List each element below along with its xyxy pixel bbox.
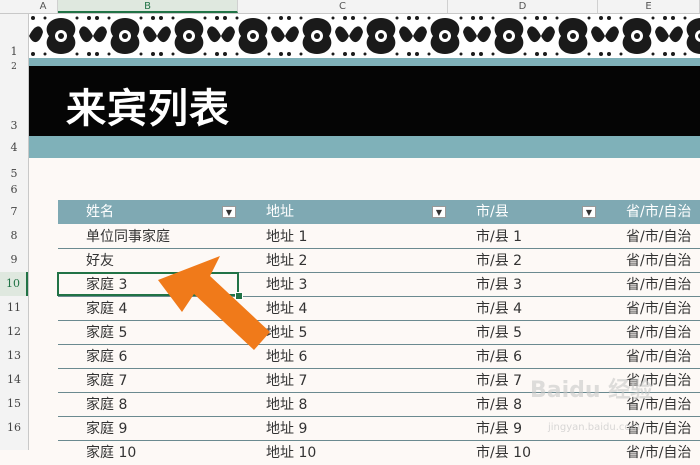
header-address[interactable]: 地址 — [266, 200, 294, 224]
cell-name[interactable]: 家庭 7 — [86, 369, 127, 392]
row-header-3[interactable]: 3 — [0, 116, 28, 136]
row-header-8[interactable]: 8 — [0, 224, 28, 248]
column-header-bar: A B C D E — [0, 0, 700, 14]
row-header-11[interactable]: 11 — [0, 296, 28, 320]
cell-province[interactable]: 省/市/自治 — [626, 225, 691, 248]
row-header-10[interactable]: 10 — [0, 272, 28, 296]
filter-dropdown-city-icon[interactable]: ▼ — [582, 206, 596, 218]
cell-address[interactable]: 地址 9 — [266, 417, 307, 440]
row-header-6[interactable]: 6 — [0, 182, 28, 198]
pointer-arrow-icon — [158, 256, 270, 350]
decorative-pattern-banner — [29, 14, 700, 58]
cell-city[interactable]: 市/县 7 — [476, 369, 522, 392]
cell-city[interactable]: 市/县 10 — [476, 441, 531, 464]
cell-name[interactable]: 家庭 6 — [86, 345, 127, 368]
cell-name[interactable]: 家庭 8 — [86, 393, 127, 416]
cell-province[interactable]: 省/市/自治 — [626, 273, 691, 296]
cell-city[interactable]: 市/县 4 — [476, 297, 522, 320]
filter-dropdown-address-icon[interactable]: ▼ — [432, 206, 446, 218]
row-header-2[interactable]: 2 — [0, 62, 28, 72]
table-row: 单位同事家庭 地址 1 市/县 1 省/市/自治 — [58, 225, 700, 249]
cell-name[interactable]: 家庭 4 — [86, 297, 127, 320]
cell-name[interactable]: 家庭 9 — [86, 417, 127, 440]
row-header-bar: 1 2 3 4 5 6 7 8 9 10 11 12 13 14 15 16 — [0, 14, 29, 450]
cell-province[interactable]: 省/市/自治 — [626, 249, 691, 272]
cell-province[interactable]: 省/市/自治 — [626, 321, 691, 344]
row-header-14[interactable]: 14 — [0, 368, 28, 392]
watermark: Baidu 经验 — [530, 378, 653, 403]
row-header-9[interactable]: 9 — [0, 248, 28, 272]
row-header-12[interactable]: 12 — [0, 320, 28, 344]
header-name[interactable]: 姓名 — [86, 200, 114, 224]
column-header-c[interactable]: C — [238, 0, 448, 13]
column-header-b[interactable]: B — [58, 0, 238, 13]
cell-address[interactable]: 地址 8 — [266, 393, 307, 416]
header-province[interactable]: 省/市/自治 — [626, 200, 691, 224]
column-header-a[interactable]: A — [29, 0, 58, 13]
cell-city[interactable]: 市/县 3 — [476, 273, 522, 296]
cell-city[interactable]: 市/县 8 — [476, 393, 522, 416]
row-header-5[interactable]: 5 — [0, 166, 28, 182]
table-row: 家庭 10 地址 10 市/县 10 省/市/自治 — [58, 441, 700, 464]
cell-name[interactable]: 单位同事家庭 — [86, 225, 170, 248]
table-header-row: 姓名 ▼ 地址 ▼ 市/县 ▼ 省/市/自治 — [58, 200, 700, 224]
cell-province[interactable]: 省/市/自治 — [626, 441, 691, 464]
cell-name[interactable]: 家庭 10 — [86, 441, 136, 464]
filter-dropdown-name-icon[interactable]: ▼ — [222, 206, 236, 218]
cell-name[interactable]: 好友 — [86, 249, 114, 272]
teal-divider-bottom — [29, 136, 700, 158]
sheet-title[interactable]: 来宾列表 — [66, 76, 230, 134]
column-header-d[interactable]: D — [448, 0, 598, 13]
cell-city[interactable]: 市/县 2 — [476, 249, 522, 272]
row-header-1[interactable]: 1 — [0, 42, 28, 62]
cell-province[interactable]: 省/市/自治 — [626, 345, 691, 368]
row-header-16[interactable]: 16 — [0, 416, 28, 440]
cell-city[interactable]: 市/县 9 — [476, 417, 522, 440]
row-header-13[interactable]: 13 — [0, 344, 28, 368]
cell-address[interactable]: 地址 1 — [266, 225, 307, 248]
cell-address[interactable]: 地址 7 — [266, 369, 307, 392]
cell-city[interactable]: 市/县 6 — [476, 345, 522, 368]
row-header-15[interactable]: 15 — [0, 392, 28, 416]
cell-address[interactable]: 地址 10 — [266, 441, 316, 464]
teal-divider-top — [29, 58, 700, 66]
column-header-e[interactable]: E — [598, 0, 700, 13]
header-city[interactable]: 市/县 — [476, 200, 509, 224]
cell-name[interactable]: 家庭 5 — [86, 321, 127, 344]
cell-city[interactable]: 市/县 5 — [476, 321, 522, 344]
watermark-url: jingyan.baidu.com — [548, 422, 641, 433]
row-header-7[interactable]: 7 — [0, 200, 28, 224]
cell-province[interactable]: 省/市/自治 — [626, 297, 691, 320]
cell-city[interactable]: 市/县 1 — [476, 225, 522, 248]
row-header-4[interactable]: 4 — [0, 138, 28, 158]
